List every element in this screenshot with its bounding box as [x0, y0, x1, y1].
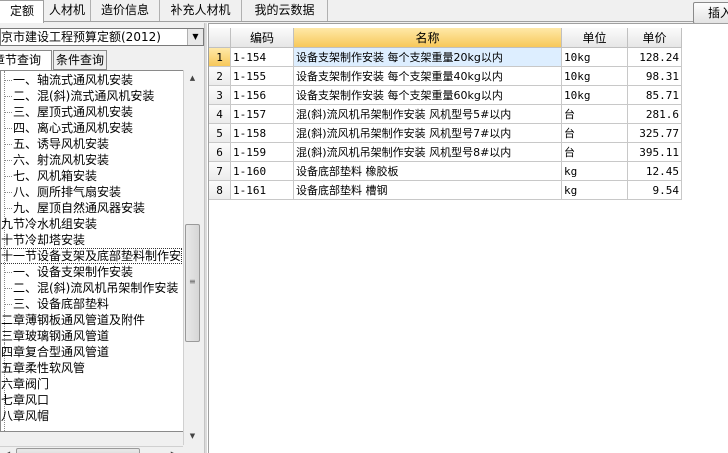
cell-unit[interactable]: 10kg — [562, 86, 628, 105]
tree-item[interactable]: 第四章复合型通风管道 — [1, 344, 109, 360]
tree-item[interactable]: 第十节冷却塔安装 — [1, 232, 85, 248]
tree-item[interactable]: 六、射流风机安装 — [4, 152, 109, 168]
query-tabs: 章节查询 条件查询 — [0, 50, 204, 71]
tree-item[interactable]: 五、诱导风机安装 — [4, 136, 109, 152]
cell-unit[interactable]: 10kg — [562, 67, 628, 86]
cell-price[interactable]: 395.11 — [628, 143, 682, 162]
quota-library-select[interactable]: 北京市建设工程预算定额(2012) ▼ — [0, 28, 204, 46]
chevron-down-icon[interactable]: ▼ — [187, 29, 203, 45]
tree-item[interactable]: 第七章风口 — [1, 392, 49, 408]
cell-code[interactable]: 1-160 — [231, 162, 294, 181]
row-number[interactable]: 7 — [209, 162, 231, 181]
tree-item[interactable]: 第二章薄钢板通风管道及附件 — [1, 312, 145, 328]
cell-code[interactable]: 1-159 — [231, 143, 294, 162]
top-tab-bar: 定额 人材机 造价信息 补充人材机 我的云数据 插入 — [0, 0, 728, 24]
tree-item-selected[interactable]: 第十一节设备支架及底部垫料制作安 — [1, 248, 183, 264]
column-header-name[interactable]: 名称 — [294, 28, 562, 48]
tree-item[interactable]: 三、屋顶式通风机安装 — [4, 104, 133, 120]
grip-icon: ≡ — [189, 277, 196, 286]
cell-unit[interactable]: kg — [562, 181, 628, 200]
row-number[interactable]: 4 — [209, 105, 231, 124]
cell-price[interactable]: 325.77 — [628, 124, 682, 143]
cell-price[interactable]: 12.45 — [628, 162, 682, 181]
row-number[interactable]: 2 — [209, 67, 231, 86]
tree-item[interactable]: 九、屋顶自然通风器安装 — [4, 200, 145, 216]
cell-unit[interactable]: 10kg — [562, 48, 628, 67]
column-header-unit[interactable]: 单位 — [562, 28, 628, 48]
row-number[interactable]: 6 — [209, 143, 231, 162]
left-panel: 北京市建设工程预算定额(2012) ▼ 章节查询 条件查询 一、轴流式通风机安装… — [0, 23, 204, 453]
tree-horizontal-scrollbar[interactable]: ◀ ▶ — [0, 446, 183, 453]
scroll-left-icon[interactable]: ◀ — [0, 448, 15, 453]
tree-item[interactable]: 第三章玻璃钢通风管道 — [1, 328, 109, 344]
cell-code[interactable]: 1-155 — [231, 67, 294, 86]
cell-name[interactable]: 设备支架制作安装 每个支架重量60kg以内 — [294, 86, 562, 105]
tab-chapter-query[interactable]: 章节查询 — [0, 50, 52, 71]
tab-my-cloud-data[interactable]: 我的云数据 — [242, 0, 328, 21]
cell-code[interactable]: 1-161 — [231, 181, 294, 200]
row-number[interactable]: 3 — [209, 86, 231, 105]
tree-item[interactable]: 第六章阀门 — [1, 376, 49, 392]
scroll-up-icon[interactable]: ▲ — [185, 71, 200, 86]
scroll-thumb[interactable] — [16, 448, 140, 453]
tree-vertical-scrollbar[interactable]: ▲ ≡ ▼ — [183, 70, 200, 445]
tab-price-info[interactable]: 造价信息 — [91, 0, 160, 21]
tree-item[interactable]: 三、设备底部垫料 — [4, 296, 109, 312]
tree-item[interactable]: 一、轴流式通风机安装 — [4, 72, 133, 88]
cell-price[interactable]: 9.54 — [628, 181, 682, 200]
cell-name[interactable]: 混(斜)流风机吊架制作安装 风机型号5#以内 — [294, 105, 562, 124]
row-number[interactable]: 1 — [209, 48, 231, 67]
cell-name[interactable]: 设备支架制作安装 每个支架重量20kg以内 — [294, 48, 562, 67]
column-header-price[interactable]: 单价 — [628, 28, 682, 48]
row-number[interactable]: 5 — [209, 124, 231, 143]
cell-code[interactable]: 1-157 — [231, 105, 294, 124]
tree-item[interactable]: 第九节冷水机组安装 — [1, 216, 97, 232]
cell-price[interactable]: 98.31 — [628, 67, 682, 86]
tab-supplement-labor-material[interactable]: 补充人材机 — [160, 0, 242, 21]
row-header-corner — [209, 28, 231, 48]
tab-labor-material[interactable]: 人材机 — [44, 0, 91, 21]
scroll-thumb[interactable]: ≡ — [185, 224, 200, 342]
tree-item[interactable]: 第八章风帽 — [1, 408, 49, 424]
cell-name[interactable]: 混(斜)流风机吊架制作安装 风机型号8#以内 — [294, 143, 562, 162]
tree-item[interactable]: 二、混(斜)流风机吊架制作安装 — [4, 280, 178, 296]
cell-price[interactable]: 128.24 — [628, 48, 682, 67]
cell-name[interactable]: 设备支架制作安装 每个支架重量40kg以内 — [294, 67, 562, 86]
cell-code[interactable]: 1-154 — [231, 48, 294, 67]
cell-unit[interactable]: 台 — [562, 143, 628, 162]
tab-condition-query[interactable]: 条件查询 — [53, 50, 107, 70]
quota-grid: 编码 名称 单位 单价 1 1-154 设备支架制作安装 每个支架重量20kg以… — [208, 23, 728, 453]
tree-item[interactable]: 七、风机箱安装 — [4, 168, 97, 184]
cell-code[interactable]: 1-158 — [231, 124, 294, 143]
cell-unit[interactable]: 台 — [562, 105, 628, 124]
cell-code[interactable]: 1-156 — [231, 86, 294, 105]
tree-item[interactable]: 四、离心式通风机安装 — [4, 120, 133, 136]
tree-item[interactable]: 一、设备支架制作安装 — [4, 264, 133, 280]
cell-name[interactable]: 设备底部垫料 橡胶板 — [294, 162, 562, 181]
tree-item[interactable]: 二、混(斜)流式通风机安装 — [4, 88, 154, 104]
cell-unit[interactable]: kg — [562, 162, 628, 181]
cell-name[interactable]: 混(斜)流风机吊架制作安装 风机型号7#以内 — [294, 124, 562, 143]
scroll-down-icon[interactable]: ▼ — [185, 429, 200, 444]
tree-item[interactable]: 第五章柔性软风管 — [1, 360, 85, 376]
insert-button[interactable]: 插入 — [693, 2, 728, 24]
column-header-code[interactable]: 编码 — [231, 28, 294, 48]
cell-unit[interactable]: 台 — [562, 124, 628, 143]
row-number[interactable]: 8 — [209, 181, 231, 200]
cell-name[interactable]: 设备底部垫料 槽钢 — [294, 181, 562, 200]
tab-quota[interactable]: 定额 — [0, 0, 44, 23]
cell-price[interactable]: 85.71 — [628, 86, 682, 105]
tree-item[interactable]: 八、厕所排气扇安装 — [4, 184, 121, 200]
chapter-tree[interactable]: 一、轴流式通风机安装 二、混(斜)流式通风机安装 三、屋顶式通风机安装 四、离心… — [0, 70, 200, 432]
quota-library-value: 北京市建设工程预算定额(2012) — [0, 30, 161, 44]
scroll-right-icon[interactable]: ▶ — [166, 448, 181, 453]
cell-price[interactable]: 281.6 — [628, 105, 682, 124]
